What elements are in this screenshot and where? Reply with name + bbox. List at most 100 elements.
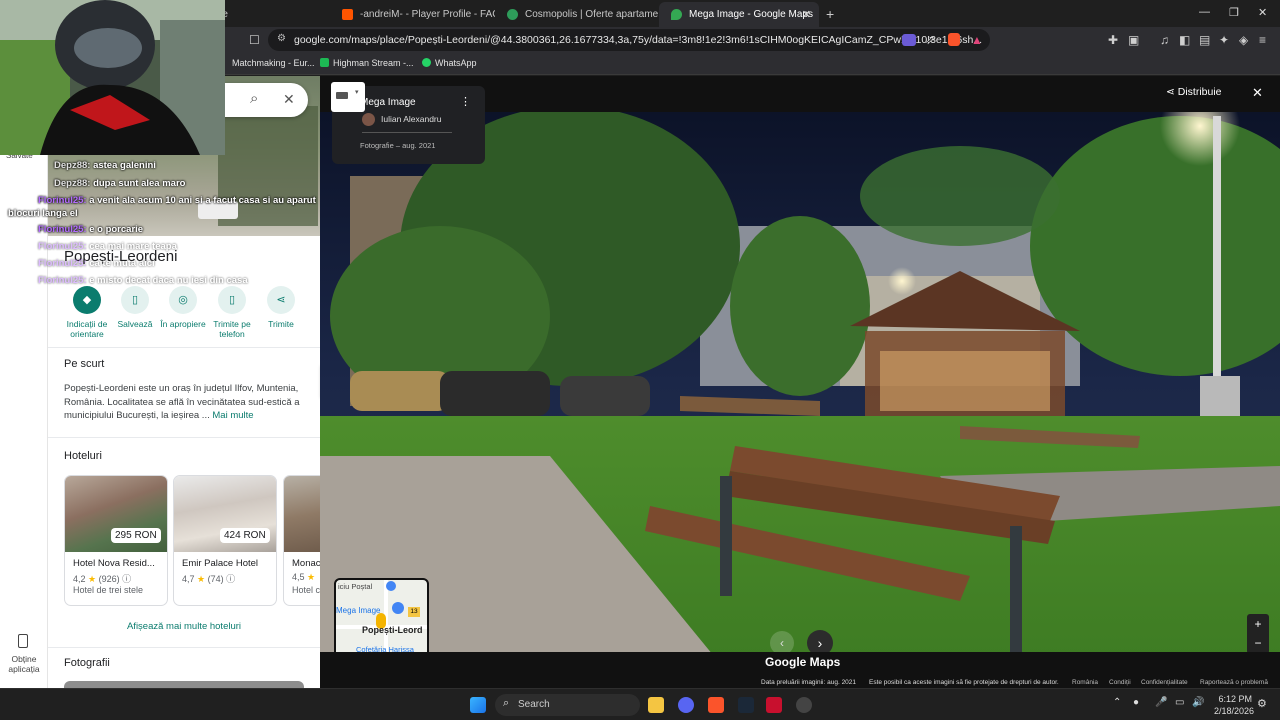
menu-icon[interactable]: ≡ <box>1259 33 1266 47</box>
highman-icon <box>320 58 329 67</box>
place-name[interactable]: Mega Image <box>360 97 416 108</box>
cosmopolis-icon <box>507 9 518 20</box>
street-view-image[interactable] <box>320 76 1280 688</box>
close-streetview-icon[interactable]: ✕ <box>1252 85 1263 101</box>
leo-ai-icon[interactable]: ✦ <box>1219 33 1229 47</box>
sidebar-icon[interactable]: ◧ <box>1179 33 1190 47</box>
nearby-button[interactable]: ◎ În apropiere <box>154 286 212 329</box>
discord-icon[interactable] <box>678 697 694 713</box>
post-office-icon <box>386 581 396 591</box>
brave-shields-icon[interactable] <box>948 33 960 46</box>
bookmark-page-icon[interactable]: ☐ <box>249 33 260 47</box>
close-window-button[interactable]: ✕ <box>1258 6 1267 19</box>
chat-message: Florinul25: cea mai mare teapa <box>38 241 177 252</box>
file-explorer-icon[interactable] <box>648 697 664 713</box>
search-icon: ⌕ <box>503 697 510 709</box>
screenshot-icon[interactable]: ▣ <box>1128 33 1139 47</box>
tab-label: Cosmopolis | Oferte apartamente, vil <box>525 9 658 20</box>
picture-in-picture-icon[interactable] <box>902 34 916 46</box>
shop-pin-icon <box>392 602 404 614</box>
clock[interactable]: 6:12 PM 2/18/2026 <box>1214 693 1254 717</box>
map-label: Mega Image <box>336 606 381 615</box>
volume-icon[interactable]: 🔊 <box>1192 697 1204 708</box>
steam-icon[interactable] <box>738 697 754 713</box>
minimize-button[interactable]: — <box>1199 6 1210 18</box>
taskbar-search[interactable]: ⌕ Search <box>495 694 640 716</box>
notifications-icon[interactable]: ⚙ <box>1257 697 1267 710</box>
keyboard-toggle[interactable]: ▾ <box>331 82 365 112</box>
hotel-card[interactable]: 295 RON Hotel Nova Resid... 4,2 ★ (926) … <box>64 475 168 606</box>
hotel-price: 295 RON <box>111 528 161 543</box>
network-icon[interactable]: ▭ <box>1175 697 1184 708</box>
phone-app-icon[interactable] <box>18 634 28 648</box>
hotel-card[interactable]: Monac 4,5 ★ Hotel c <box>283 475 320 606</box>
info-icon[interactable]: ⓘ <box>226 574 235 584</box>
wallet-icon[interactable]: ▤ <box>1199 33 1210 47</box>
share-page-icon[interactable]: ⇗ <box>925 33 935 47</box>
search-icon[interactable]: ⌕ <box>250 90 258 107</box>
hotel-card[interactable]: 424 RON Emir Palace Hotel 4,7 ★ (74) ⓘ <box>173 475 277 606</box>
street-view-footer: Google Maps Data preluării imaginii: aug… <box>320 652 1280 688</box>
more-link[interactable]: Mai multe <box>212 410 253 421</box>
share-streetview-button[interactable]: ⋖ Distribuie <box>1166 86 1222 98</box>
get-app-label[interactable]: Obține aplicația <box>4 654 44 674</box>
bookmark-whatsapp[interactable]: WhatsApp <box>422 58 477 68</box>
chat-message: Depz88: astea galenini <box>54 160 156 171</box>
hotels-heading: Hoteluri <box>64 450 102 462</box>
google-maps-logo: Google Maps <box>765 655 841 669</box>
more-hotels-link[interactable]: Afișează mai multe hoteluri <box>48 621 320 632</box>
microphone-icon[interactable]: 🎤 <box>1155 697 1167 708</box>
hotel-price: 424 RON <box>220 528 270 543</box>
windows-start-icon[interactable] <box>470 697 486 713</box>
riot-icon[interactable] <box>766 697 782 713</box>
terms-link[interactable]: Condiții <box>1109 679 1131 686</box>
close-tab-icon[interactable]: ✕ <box>802 8 811 21</box>
bookmark-highman[interactable]: Highman Stream -... <box>320 58 414 68</box>
address-bar[interactable]: ⚙ google.com/maps/place/Popești-Leordeni… <box>268 29 990 51</box>
zoom-out-button[interactable]: − <box>1247 634 1269 654</box>
tab-cosmopolis[interactable]: Cosmopolis | Oferte apartamente, vil <box>495 2 658 27</box>
region-link[interactable]: România <box>1072 679 1098 686</box>
chat-message: Florinul25: e misto decat daca nu iesi d… <box>38 275 248 286</box>
photo-thumbnail[interactable] <box>64 681 304 688</box>
more-options-icon[interactable]: ⋮ <box>460 95 471 108</box>
hotel-photo <box>284 476 320 552</box>
obs-icon[interactable] <box>796 697 812 713</box>
tray-app-icon[interactable]: ● <box>1133 697 1139 708</box>
webcam-image <box>0 0 225 155</box>
extensions-icon[interactable]: ✚ <box>1108 33 1118 47</box>
brave-rewards-icon[interactable]: ▲ <box>971 33 983 47</box>
bookmark-icon: ▯ <box>121 286 149 314</box>
hotel-type: Hotel c <box>292 585 320 595</box>
restore-button[interactable]: ❐ <box>1229 6 1239 19</box>
divider <box>362 132 452 133</box>
info-icon[interactable]: ⓘ <box>122 574 131 584</box>
hotel-name: Hotel Nova Resid... <box>73 558 155 569</box>
avatar <box>362 113 375 126</box>
send-to-phone-button[interactable]: ▯ Trimite pe telefon <box>206 286 258 339</box>
close-icon[interactable]: ✕ <box>283 91 295 108</box>
vpn-icon[interactable]: ◈ <box>1239 33 1248 47</box>
street-view[interactable]: ⋖ Distribuie ✕ Mega Image ⋮ Iulian Alexa… <box>320 76 1280 688</box>
privacy-link[interactable]: Confidențialitate <box>1141 679 1188 686</box>
tab-faceit[interactable]: -andreiM- - Player Profile - FACEIT.co <box>330 2 495 27</box>
star-icon: ★ <box>88 574 97 584</box>
phone-icon: ▯ <box>218 286 246 314</box>
music-icon[interactable]: ♫ <box>1160 33 1169 47</box>
share-button[interactable]: ⋖ Trimite <box>254 286 308 329</box>
action-row: ◆ Indicații de orientare ▯ Salvează ◎ În… <box>48 286 320 346</box>
zoom-in-button[interactable]: + <box>1247 614 1269 634</box>
brave-icon[interactable] <box>708 697 724 713</box>
hotel-name: Emir Palace Hotel <box>182 558 259 569</box>
author-name[interactable]: Iulian Alexandru <box>381 114 442 124</box>
new-tab-button[interactable]: + <box>826 6 834 22</box>
bookmark-matchmaking[interactable]: Matchmaking - Eur... <box>232 58 315 68</box>
tray-expand-icon[interactable]: ⌃ <box>1113 697 1121 708</box>
divider <box>48 437 320 438</box>
url-text: google.com/maps/place/Popești-Leordeni/@… <box>294 34 983 46</box>
tab-label: Mega Image - Google Maps <box>689 9 813 20</box>
site-info-icon[interactable]: ⚙ <box>277 33 286 44</box>
photos-heading: Fotografii <box>64 657 110 669</box>
tab-google-maps[interactable]: Mega Image - Google Maps ✕ <box>659 2 819 27</box>
report-link[interactable]: Raportează o problemă <box>1200 679 1268 686</box>
